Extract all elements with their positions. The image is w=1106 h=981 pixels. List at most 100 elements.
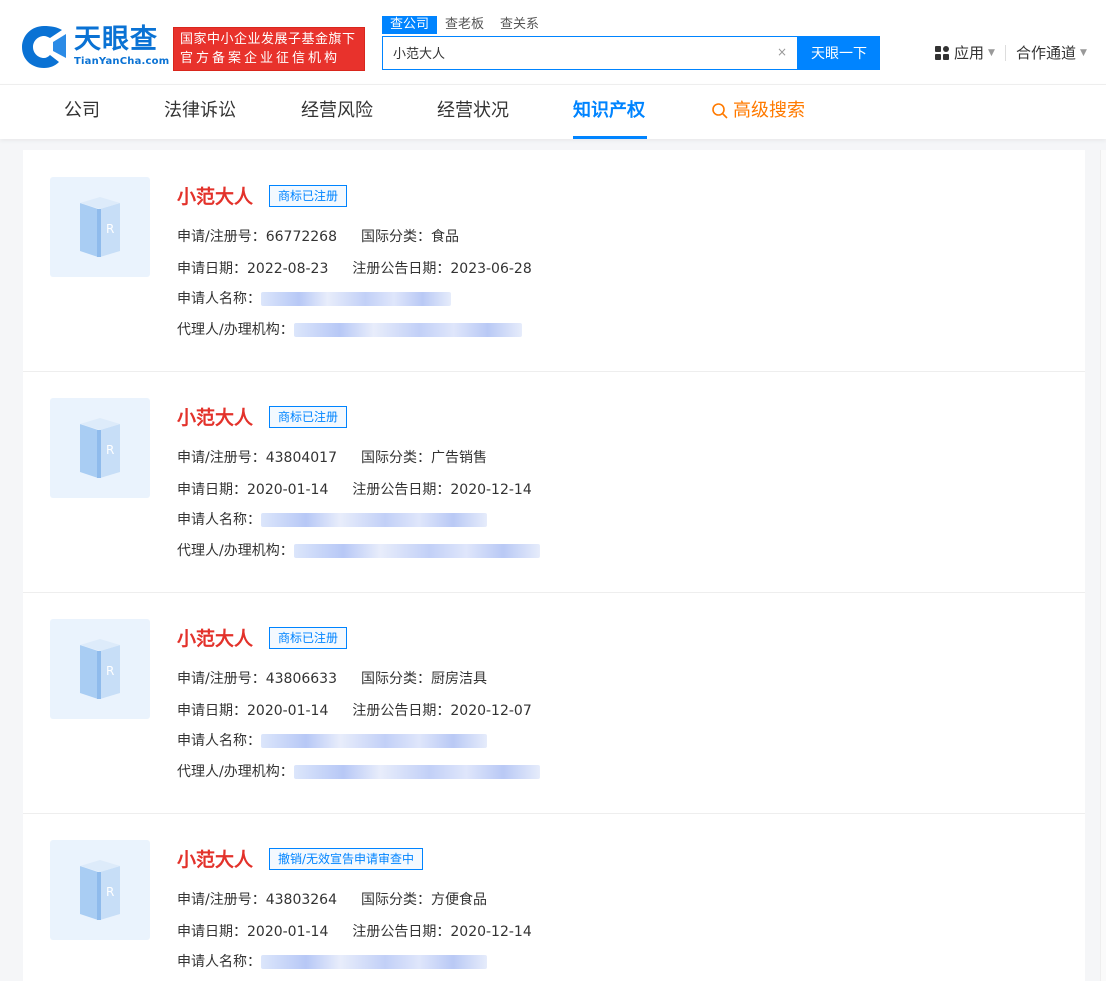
apply-date-value: 2020-01-14 [247,703,329,719]
trademark-thumbnail[interactable]: R [50,177,150,277]
pub-date-label: 注册公告日期： [352,482,451,498]
search-icon [712,103,728,119]
card-title: 小范大人 商标已注册 [177,624,348,651]
agent-label: 代理人/办理机构： [177,322,294,338]
trademark-card: R 小范大人 商标已注册 申请/注册号：43806633 国际分类：厨房洁具 申请… [23,592,1085,814]
apps-grid-icon [935,45,949,60]
tab-boss[interactable]: 查老板 [437,16,492,34]
category-label: 国际分类： [360,671,431,687]
agent-row: 代理人/办理机构： [177,763,540,781]
badge-line-2: 官方备案企业征信机构 [180,51,341,66]
nav-company[interactable]: 公司 [64,99,100,123]
category-value: 方便食品 [430,892,487,908]
search-button[interactable]: 天眼一下 [798,36,880,70]
reg-no-label: 申请/注册号： [177,671,266,687]
redacted-applicant [261,955,487,969]
certification-badge: 国家中小企业发展子基金旗下 官方备案企业征信机构 [173,27,365,71]
reg-no-label: 申请/注册号： [177,229,266,245]
partner-label: 合作通道 [1015,44,1076,62]
trademark-name[interactable]: 小范大人 [177,624,253,651]
search-box: × [382,36,798,70]
card-title: 小范大人 撤销/无效宣告申请审查中 [177,845,424,872]
status-badge: 撤销/无效宣告申请审查中 [269,847,424,870]
trademark-card: R 小范大人 商标已注册 申请/注册号：43804017 国际分类：广告销售 申请… [23,371,1085,593]
redacted-agent [293,323,522,337]
nav-risk[interactable]: 经营风险 [301,99,373,123]
date-row: 申请日期：2020-01-14 注册公告日期：2020-12-14 [177,481,532,499]
logo-icon [22,26,66,68]
applicant-row: 申请人名称： [177,953,487,971]
caret-down-icon: ▼ [988,47,995,58]
date-row: 申请日期：2022-08-23 注册公告日期：2023-06-28 [177,260,532,278]
reg-row: 申请/注册号：66772268 国际分类：食品 [177,228,459,246]
logo-text-cn: 天眼查 [74,24,158,55]
nav-ip[interactable]: 知识产权 [573,99,645,123]
reg-row: 申请/注册号：43806633 国际分类：厨房洁具 [177,670,487,688]
pub-date-value: 2023-06-28 [450,261,532,277]
status-badge: 商标已注册 [269,184,348,207]
svg-text:R: R [106,222,114,236]
pub-date-value: 2020-12-14 [450,482,532,498]
site-logo[interactable]: 天眼查 TianYanCha.com [20,24,169,70]
tab-relation[interactable]: 查关系 [492,16,547,34]
category-value: 食品 [430,229,459,245]
clear-icon[interactable]: × [777,45,787,59]
category-label: 国际分类： [360,892,431,908]
agent-row: 代理人/办理机构： [177,321,522,339]
status-badge: 商标已注册 [269,405,348,428]
applicant-row: 申请人名称： [177,290,451,308]
agent-label: 代理人/办理机构： [177,543,294,559]
nav-advanced-search[interactable]: 高级搜索 [711,99,805,123]
trademark-thumbnail[interactable]: R [50,840,150,940]
trademark-name[interactable]: 小范大人 [177,182,253,209]
date-row: 申请日期：2020-01-14 注册公告日期：2020-12-14 [177,923,532,941]
tab-company[interactable]: 查公司 [382,16,438,34]
svg-text:R: R [106,664,114,678]
logo-text-en: TianYanCha.com [74,56,170,67]
date-row: 申请日期：2020-01-14 注册公告日期：2020-12-07 [177,702,532,720]
reg-no-value: 43804017 [265,450,337,466]
apply-date-label: 申请日期： [177,924,247,940]
nav-status[interactable]: 经营状况 [437,99,509,123]
applicant-row: 申请人名称： [177,511,487,529]
reg-row: 申请/注册号：43803264 国际分类：方便食品 [177,891,487,909]
reg-no-value: 66772268 [265,229,337,245]
svg-text:R: R [106,443,114,457]
applicant-label: 申请人名称： [177,954,261,970]
svg-text:R: R [106,885,114,899]
top-right-menu: 应用 ▼ 合作通道 ▼ [934,42,1087,63]
menu-divider [1004,44,1006,61]
trademark-book-icon: R [80,860,120,920]
pub-date-label: 注册公告日期： [352,261,451,277]
trademark-card: R 小范大人 商标已注册 申请/注册号：66772268 国际分类：食品 申请日期… [23,150,1085,372]
active-tab-indicator [573,136,647,139]
agent-row: 代理人/办理机构： [177,542,540,560]
partner-menu[interactable]: 合作通道 ▼ [1016,42,1087,63]
trademark-book-icon: R [80,639,120,699]
status-badge: 商标已注册 [269,626,348,649]
apps-menu[interactable]: 应用 ▼ [934,42,995,63]
redacted-applicant [261,292,451,306]
category-label: 国际分类： [360,450,431,466]
pub-date-value: 2020-12-07 [450,703,532,719]
trademark-thumbnail[interactable]: R [50,619,150,719]
redacted-applicant [261,513,487,527]
category-label: 国际分类： [360,229,431,245]
reg-no-label: 申请/注册号： [177,892,266,908]
trademark-book-icon: R [80,418,120,478]
nav-legal[interactable]: 法律诉讼 [164,99,236,123]
pub-date-value: 2020-12-14 [450,924,532,940]
top-header: 天眼查 TianYanCha.com 国家中小企业发展子基金旗下 官方备案企业征… [0,0,1106,84]
trademark-name[interactable]: 小范大人 [177,403,253,430]
applicant-label: 申请人名称： [177,733,261,749]
category-value: 厨房洁具 [430,671,487,687]
badge-line-1: 国家中小企业发展子基金旗下 [180,32,356,47]
right-scroll-area [1100,150,1106,981]
search-input[interactable] [383,37,773,67]
trademark-card: R 小范大人 撤销/无效宣告申请审查中 申请/注册号：43803264 国际分类：… [23,813,1085,981]
trademark-thumbnail[interactable]: R [50,398,150,498]
apply-date-label: 申请日期： [177,261,247,277]
category-nav: 公司 法律诉讼 经营风险 经营状况 知识产权 高级搜索 [0,84,1106,139]
trademark-name[interactable]: 小范大人 [177,845,253,872]
applicant-label: 申请人名称： [177,512,261,528]
